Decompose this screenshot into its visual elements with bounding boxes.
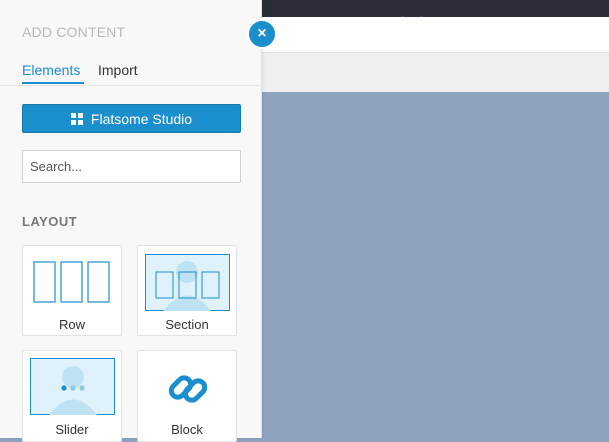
search-input[interactable] xyxy=(22,150,241,183)
element-section-label: Section xyxy=(165,317,209,332)
grid-icon xyxy=(70,112,83,125)
row-columns-icon xyxy=(33,261,110,303)
tab-elements[interactable]: Elements xyxy=(22,62,80,78)
builder-top-toolbar xyxy=(262,0,609,17)
panel-tabs: Elements Import xyxy=(0,56,261,86)
flatsome-studio-button[interactable]: Flatsome Studio xyxy=(22,104,241,133)
link-chain-icon xyxy=(168,375,208,403)
close-panel-button[interactable]: × xyxy=(247,19,277,49)
element-block[interactable]: Block xyxy=(137,350,237,442)
add-content-panel: ADD CONTENT Elements Import Flatsome Stu… xyxy=(0,0,262,442)
slider-icon xyxy=(30,358,115,415)
element-slider[interactable]: Slider xyxy=(22,350,122,442)
layout-section-title: LAYOUT xyxy=(22,214,78,229)
element-row-label: Row xyxy=(58,317,85,332)
page-header-area[interactable] xyxy=(262,17,609,52)
section-icon xyxy=(145,254,230,311)
close-icon: × xyxy=(257,25,267,42)
active-tab-indicator xyxy=(22,82,84,84)
hero-section[interactable] xyxy=(262,92,609,438)
element-slider-label: Slider xyxy=(55,422,89,437)
element-block-label: Block xyxy=(171,422,203,437)
tab-import[interactable]: Import xyxy=(98,62,138,78)
page-nav-area[interactable] xyxy=(262,52,609,92)
flatsome-studio-label: Flatsome Studio xyxy=(90,110,193,127)
panel-title: ADD CONTENT xyxy=(22,24,126,40)
element-section[interactable]: Section xyxy=(137,245,237,336)
element-row[interactable]: Row xyxy=(22,245,122,336)
